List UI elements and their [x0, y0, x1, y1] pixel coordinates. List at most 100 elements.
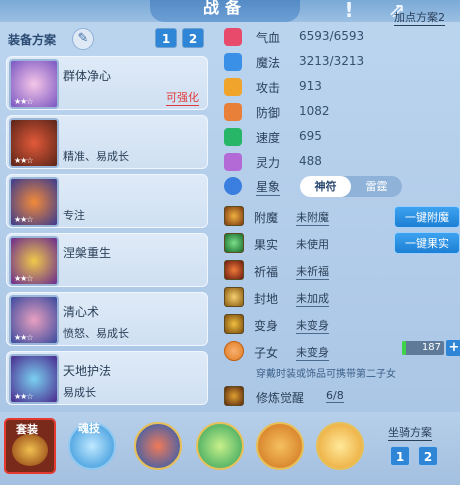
suit-icon [12, 434, 48, 466]
one-click-fruit-button[interactable]: 一键果实 [394, 232, 460, 254]
spirit-icon [224, 153, 242, 171]
stat-value: 3213/3213 [299, 54, 365, 68]
mana-icon [224, 53, 242, 71]
equip-card-1[interactable]: ★★☆ 群体净心 可强化 [6, 56, 208, 110]
mount-scheme-tab-1[interactable]: 1 [390, 446, 410, 466]
help-icon[interactable]: ! [336, 0, 362, 22]
stat-value: 913 [299, 79, 322, 93]
helmet-icon: ★★☆ [9, 118, 59, 168]
detail-value[interactable]: 未变身 [296, 317, 329, 334]
star-sign-icon [224, 177, 242, 195]
awaken-icon [224, 386, 244, 406]
detail-value[interactable]: 未附魔 [296, 209, 329, 226]
detail-label: 祈福 [254, 265, 279, 279]
lion-emblem-icon[interactable] [134, 422, 182, 470]
stat-spirit: 灵力 488 [222, 152, 456, 172]
shield-icon [224, 103, 242, 121]
equip-scheme-label: 装备方案 [8, 33, 57, 47]
equip-scheme-tab-1[interactable]: 1 [155, 28, 177, 48]
star-sign-label[interactable]: 星象 [256, 178, 281, 196]
bottom-bar: 套装 魂技 坐骑方案 1 2 [0, 412, 460, 485]
necklace-icon: ★★☆ [9, 177, 59, 227]
scroll-emblem-icon[interactable] [316, 422, 364, 470]
child-icon [224, 341, 244, 361]
enhance-link[interactable]: 可强化 [166, 89, 199, 106]
star-rating: ★★☆ [14, 274, 33, 283]
equip-scheme-tab-2[interactable]: 2 [182, 28, 204, 48]
star-rating: ★★☆ [14, 392, 33, 401]
stat-mp: 魔法 3213/3213 [222, 52, 456, 72]
stat-defense: 防御 1082 [222, 102, 456, 122]
detail-value[interactable]: 未加成 [296, 290, 329, 307]
transform-icon [224, 314, 244, 334]
detail-label: 附魔 [254, 211, 279, 225]
fan-icon: ★★☆ [9, 59, 59, 109]
pet-value: 187 [402, 341, 444, 355]
detail-label: 果实 [254, 238, 279, 252]
card-name: 清心术 [63, 305, 100, 319]
equip-card-2[interactable]: ★★☆ 精准、易成长 [6, 115, 208, 169]
mount-scheme-tab-2[interactable]: 2 [418, 446, 438, 466]
stat-value: 6593/6593 [299, 29, 365, 43]
star-rating: ★★☆ [14, 97, 33, 106]
detail-label: 封地 [254, 292, 279, 306]
equip-card-3[interactable]: ★★☆ 专注 [6, 174, 208, 228]
detail-child: 子女 未变身 187 + [222, 340, 460, 364]
child-hint: 穿戴时装或饰品可携带第二子女 [256, 369, 396, 380]
blessing-icon [224, 260, 244, 280]
card-name: 天地护法 [63, 364, 112, 378]
battle-prep-panel: 战备 ! ⇗ 装备方案 ✎ 1 2 ★★☆ 群体净心 可强化 ★★☆ 精准、易成… [0, 0, 460, 485]
star-sign-toggle[interactable]: 神符 雷霆 [300, 176, 402, 197]
stat-label: 攻击 [256, 81, 281, 95]
detail-label: 子女 [254, 346, 279, 360]
heart-icon [224, 28, 242, 46]
equip-card-6[interactable]: ★★☆ 天地护法 易成长 [6, 351, 208, 405]
detail-value[interactable]: 未祈福 [296, 263, 329, 280]
card-name: 群体净心 [63, 69, 112, 83]
stat-attack: 攻击 913 [222, 77, 456, 97]
awaken-row: 修炼觉醒 6/8 [222, 385, 456, 409]
fruit-icon [224, 233, 244, 253]
mount-scheme-label[interactable]: 坐骑方案 [388, 424, 432, 441]
phoenix-emblem-icon[interactable] [256, 422, 304, 470]
card-traits: 愤怒、易成长 [63, 327, 129, 340]
stat-label: 灵力 [256, 156, 281, 170]
boots-icon: ★★☆ [9, 354, 59, 404]
enchant-icon [224, 206, 244, 226]
equip-card-5[interactable]: ★★☆ 清心术 愤怒、易成长 [6, 292, 208, 346]
awaken-value[interactable]: 6/8 [326, 389, 344, 403]
detail-label: 变身 [254, 319, 279, 333]
card-name: 涅槃重生 [63, 246, 112, 260]
detail-value[interactable]: 未变身 [296, 344, 329, 361]
pencil-icon[interactable]: ✎ [72, 28, 94, 50]
stat-speed: 速度 695 [222, 127, 456, 147]
plus-icon[interactable]: + [446, 340, 460, 356]
equipment-panel: 装备方案 ✎ 1 2 ★★☆ 群体净心 可强化 ★★☆ 精准、易成长 ★★☆ 专… [0, 22, 215, 412]
leaf-emblem-icon[interactable] [196, 422, 244, 470]
card-traits: 精准、易成长 [63, 150, 129, 163]
detail-value: 未使用 [296, 238, 329, 251]
star-rating: ★★☆ [14, 333, 33, 342]
one-click-enchant-button[interactable]: 一键附魔 [394, 206, 460, 228]
card-traits: 专注 [63, 209, 85, 222]
detail-transform: 变身 未变身 [222, 313, 456, 337]
toggle-option-shenfu[interactable]: 神符 [300, 176, 351, 197]
stat-label: 气血 [256, 31, 281, 45]
star-rating: ★★☆ [14, 215, 33, 224]
pet-counter: 187 + [402, 339, 460, 357]
stat-value: 695 [299, 129, 322, 143]
equip-card-4[interactable]: ★★☆ 涅槃重生 [6, 233, 208, 287]
star-sign-row: 星象 神符 雷霆 [222, 176, 456, 197]
stats-panel: 气血 6593/6593 魔法 3213/3213 攻击 913 防御 1082… [216, 22, 460, 412]
detail-blessing: 祈福 未祈福 [222, 259, 456, 283]
star-rating: ★★☆ [14, 156, 33, 165]
stat-hp: 气血 6593/6593 [222, 27, 456, 47]
suit-tab-label: 套装 [16, 423, 38, 436]
page-title: 战备 [150, 0, 300, 22]
belt-icon: ★★☆ [9, 295, 59, 345]
detail-enchant: 附魔 未附魔 一键附魔 [222, 205, 460, 229]
awaken-label: 修炼觉醒 [256, 391, 305, 405]
toggle-option-leiting[interactable]: 雷霆 [351, 176, 402, 197]
detail-fief: 封地 未加成 [222, 286, 456, 310]
fief-icon [224, 287, 244, 307]
